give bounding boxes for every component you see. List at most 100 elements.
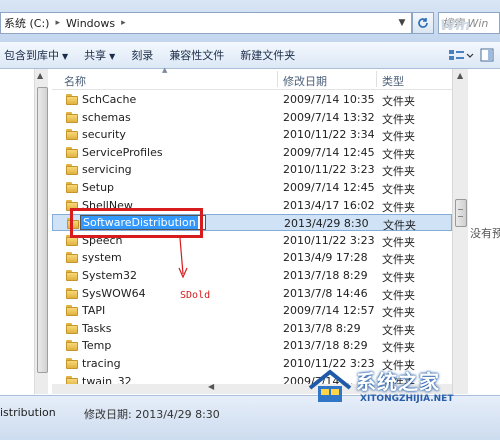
scroll-up-icon[interactable]: ▲ xyxy=(457,71,463,80)
file-modified-date: 2010/11/22 3:34 xyxy=(283,128,375,142)
folder-icon xyxy=(66,146,78,158)
chevron-down-icon: ▼ xyxy=(62,52,69,61)
include-in-library-button[interactable]: 包含到库中 ▼ xyxy=(0,47,80,63)
file-name: security xyxy=(82,128,126,142)
file-name: Tasks xyxy=(82,321,112,335)
file-type: 文件夹 xyxy=(382,200,415,214)
file-modified-date: 2013/7/18 8:29 xyxy=(283,269,368,282)
watermark: 系统之家 XITONGZHIJIA.NET xyxy=(300,362,500,412)
file-modified-date: 2009/7/14 10:35 xyxy=(283,93,375,106)
chevron-down-icon: ▼ xyxy=(109,52,116,61)
file-type: 文件夹 xyxy=(382,253,415,267)
file-row[interactable]: servicing 2010/11/22 3:23 文件夹 xyxy=(52,161,452,178)
file-name: TAPI xyxy=(82,304,106,318)
file-type: 文件夹 xyxy=(382,183,415,196)
file-name: System32 xyxy=(82,269,138,282)
column-header-name[interactable]: 名称 xyxy=(64,73,86,89)
column-divider[interactable] xyxy=(277,71,278,87)
include-in-library-label: 包含到库中 xyxy=(4,49,59,62)
chevron-right-icon[interactable]: ▸ xyxy=(52,18,63,28)
navigation-scroll-thumb[interactable] xyxy=(37,87,48,373)
file-type: 文件夹 xyxy=(382,112,415,126)
file-modified-date: 2013/7/8 14:46 xyxy=(283,286,368,300)
refresh-icon xyxy=(418,18,428,28)
column-divider[interactable] xyxy=(376,71,377,87)
column-header-row: ▲ 名称 修改日期 类型 xyxy=(52,66,460,90)
file-row[interactable]: SchCache 2009/7/14 10:35 文件夹 xyxy=(52,91,452,108)
share-label: 共享 xyxy=(84,49,107,62)
breadcrumb-drive[interactable]: 系统 (C:) xyxy=(1,15,52,31)
file-name: Setup xyxy=(82,181,115,194)
file-type: 文件夹 xyxy=(382,235,415,249)
folder-icon xyxy=(66,340,78,352)
file-type: 文件夹 xyxy=(383,219,416,233)
chevron-right-icon[interactable]: ▸ xyxy=(118,18,129,28)
file-row[interactable]: SysWOW64 2013/7/8 14:46 文件夹 xyxy=(52,285,452,302)
file-row[interactable]: security 2010/11/22 3:34 文件夹 xyxy=(52,126,452,143)
file-type: 文件夹 xyxy=(382,288,415,302)
new-folder-button[interactable]: 新建文件夹 xyxy=(236,47,307,63)
address-bar[interactable]: 系统 (C:) ▸ Windows ▸ ▼ xyxy=(0,12,412,34)
navigation-scrollbar[interactable]: ▲ xyxy=(34,69,48,394)
file-type: 文件夹 xyxy=(382,147,415,161)
file-type: 文件夹 xyxy=(382,165,415,179)
file-modified-date: 2010/11/22 3:23 xyxy=(283,163,375,177)
file-type: 文件夹 xyxy=(382,95,415,108)
file-name: SchCache xyxy=(82,93,137,106)
file-row[interactable]: schemas 2009/7/14 13:32 文件夹 xyxy=(52,109,452,126)
annotation-label: SDold xyxy=(180,290,211,301)
watermark-corner-text: Win xyxy=(440,18,471,34)
scroll-left-icon[interactable]: ◀ xyxy=(208,382,214,391)
file-row[interactable]: TAPI 2009/7/14 12:57 文件夹 xyxy=(52,302,452,319)
folder-icon xyxy=(66,287,78,299)
watermark-url: XITONGZHIJIA.NET xyxy=(360,394,454,404)
file-modified-date: 2013/4/9 17:28 xyxy=(283,251,368,265)
file-row[interactable]: ServiceProfiles 2009/7/14 12:45 文件夹 xyxy=(52,144,452,161)
folder-icon xyxy=(66,182,78,193)
compatibility-files-label: 兼容性文件 xyxy=(169,49,225,62)
file-row[interactable]: Tasks 2013/7/8 8:29 文件夹 xyxy=(52,320,452,337)
scroll-grip-icon xyxy=(458,209,463,217)
chevron-down-icon[interactable]: ▼ xyxy=(393,18,411,28)
burn-button[interactable]: 刻录 xyxy=(127,47,165,63)
folder-icon xyxy=(66,270,78,281)
folder-icon xyxy=(66,252,78,264)
file-modified-date: 2010/11/22 3:23 xyxy=(283,233,375,247)
folder-icon xyxy=(66,94,78,105)
file-name: ServiceProfiles xyxy=(82,145,163,159)
new-folder-label: 新建文件夹 xyxy=(240,49,296,62)
scroll-up-icon[interactable]: ▲ xyxy=(37,71,43,80)
file-modified-date: 2013/7/18 8:29 xyxy=(283,339,368,353)
folder-icon xyxy=(66,129,78,141)
file-modified-date: 2009/7/14 12:45 xyxy=(283,181,375,194)
column-header-type[interactable]: 类型 xyxy=(382,73,404,89)
file-row[interactable]: system 2013/4/9 17:28 文件夹 xyxy=(52,249,452,266)
folder-icon xyxy=(66,164,78,176)
view-options-icon[interactable] xyxy=(448,48,474,62)
file-name: tracing xyxy=(82,357,121,370)
refresh-button[interactable] xyxy=(412,12,434,34)
breadcrumb-windows[interactable]: Windows xyxy=(63,17,118,30)
watermark-title: 系统之家 xyxy=(356,370,440,394)
file-type: 文件夹 xyxy=(382,130,415,144)
file-list-scrollbar[interactable]: ▲ xyxy=(452,69,468,394)
burn-label: 刻录 xyxy=(131,49,154,62)
file-row[interactable]: Temp 2013/7/18 8:29 文件夹 xyxy=(52,337,452,354)
file-type: 文件夹 xyxy=(382,271,415,284)
file-type: 文件夹 xyxy=(382,323,415,337)
file-name: SysWOW64 xyxy=(82,286,146,300)
view-controls xyxy=(448,48,500,62)
column-header-date[interactable]: 修改日期 xyxy=(283,73,327,89)
annotation-highlight-box xyxy=(70,208,203,238)
file-modified-date: 2013/4/29 8:30 xyxy=(284,217,369,231)
file-type: 文件夹 xyxy=(382,306,415,320)
file-row[interactable]: System32 2013/7/18 8:29 文件夹 xyxy=(52,267,452,284)
file-name: Temp xyxy=(82,339,112,353)
file-name: schemas xyxy=(82,110,131,124)
file-row[interactable]: Setup 2009/7/14 12:45 文件夹 xyxy=(52,179,452,196)
compatibility-files-button[interactable]: 兼容性文件 xyxy=(165,47,236,63)
folder-icon xyxy=(66,322,78,334)
folder-icon xyxy=(66,358,78,369)
share-button[interactable]: 共享 ▼ xyxy=(80,47,127,63)
preview-pane-icon[interactable] xyxy=(480,48,494,62)
